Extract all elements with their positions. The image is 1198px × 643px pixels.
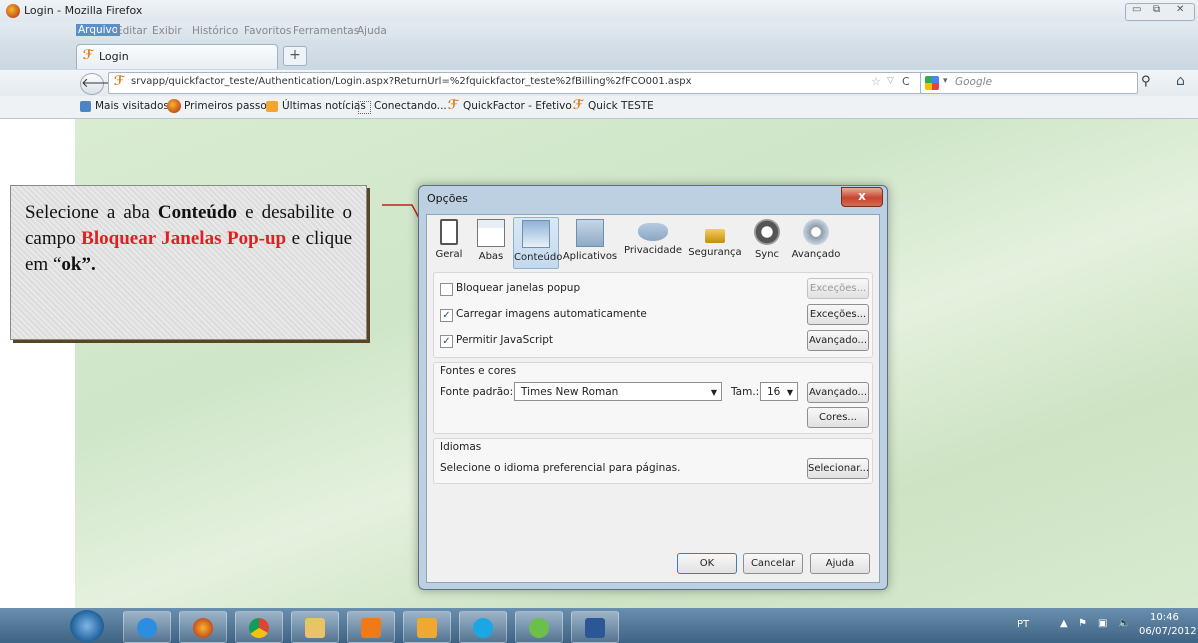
instruction-callout: Selecione a aba Conteúdo e desabilite o … [10, 185, 367, 340]
applications-icon [576, 219, 604, 247]
chrome-icon [249, 618, 269, 638]
size-label: Tam.: [731, 386, 760, 398]
dialog-close-button[interactable]: x [841, 187, 883, 207]
content-icon [522, 220, 550, 248]
network-icon[interactable]: ▣ [1098, 618, 1107, 629]
javascript-checkbox[interactable]: ✓ [440, 335, 453, 348]
taskbar-outlook[interactable] [403, 611, 451, 643]
media-player-icon [361, 618, 381, 638]
fonts-group-title: Fontes e cores [440, 365, 517, 377]
advanced-gear-icon [803, 219, 829, 245]
messenger-icon [529, 618, 549, 638]
tab-label: Sync [754, 249, 780, 260]
callout-tab-name: Conteúdo [157, 202, 238, 223]
tab-privacidade[interactable]: Privacidade [623, 217, 683, 267]
images-checkbox[interactable]: ✓ [440, 309, 453, 322]
taskbar-messenger[interactable] [515, 611, 563, 643]
default-font-value: Times New Roman [521, 386, 619, 398]
javascript-advanced-button[interactable]: Avançado... [807, 330, 869, 351]
fonts-advanced-button[interactable]: Avançado... [807, 382, 869, 403]
clock-time[interactable]: 10:46 [1150, 612, 1179, 623]
tab-label: Avançado [791, 249, 841, 260]
select-language-button[interactable]: Selecionar... [807, 458, 869, 479]
tab-label: Abas [478, 251, 504, 262]
size-value: 16 [767, 386, 781, 398]
chevron-down-icon: ▼ [786, 388, 793, 397]
volume-icon[interactable]: 🔈 [1118, 618, 1130, 629]
tab-seguranca[interactable]: Segurança [687, 217, 743, 267]
taskbar-word[interactable] [571, 611, 619, 643]
tray-show-hidden-icon[interactable]: ▲ [1060, 618, 1068, 629]
taskbar-firefox[interactable] [179, 611, 227, 643]
clock-date[interactable]: 06/07/2012 [1139, 626, 1197, 637]
word-icon [585, 618, 605, 638]
ok-button[interactable]: OK [677, 553, 737, 574]
languages-group-title: Idiomas [440, 441, 482, 453]
tab-geral[interactable]: Geral [429, 217, 469, 267]
tab-sync[interactable]: Sync [747, 217, 787, 267]
colors-button[interactable]: Cores... [807, 407, 869, 428]
languages-group: Idiomas Selecione o idioma preferencial … [433, 438, 873, 484]
fonts-colors-group: Fontes e cores Fonte padrão: Times New R… [433, 362, 873, 434]
tab-abas[interactable]: Abas [471, 217, 511, 267]
taskbar-skype[interactable] [459, 611, 507, 643]
start-button[interactable] [70, 610, 104, 642]
general-icon [440, 219, 458, 245]
privacy-mask-icon [638, 223, 668, 241]
tab-label: Segurança [688, 247, 742, 258]
outlook-icon [417, 618, 437, 638]
callout-ok: ok”. [61, 254, 96, 275]
language-indicator[interactable]: PT [1017, 619, 1029, 630]
taskbar-media[interactable] [347, 611, 395, 643]
content-options-group: Bloquear janelas popup Exceções... ✓ Car… [433, 272, 873, 358]
tab-conteudo[interactable]: Conteúdo [513, 217, 563, 269]
help-button[interactable]: Ajuda [810, 553, 870, 574]
taskbar-chrome[interactable] [235, 611, 283, 643]
tab-aplicativos[interactable]: Aplicativos [561, 217, 619, 267]
firefox-icon [193, 618, 213, 638]
taskbar-ie[interactable] [123, 611, 171, 643]
security-lock-icon [705, 229, 725, 243]
callout-text-1: Selecione a aba [25, 202, 158, 223]
chevron-down-icon: ▼ [710, 388, 717, 397]
tab-label: Conteúdo [514, 252, 563, 263]
popup-exceptions-button[interactable]: Exceções... [807, 278, 869, 299]
action-center-flag-icon[interactable]: ⚑ [1078, 618, 1087, 629]
default-font-select[interactable]: Times New Roman ▼ [514, 382, 722, 401]
dialog-title: Opções [427, 192, 468, 205]
sync-icon [754, 219, 780, 245]
images-exceptions-button[interactable]: Exceções... [807, 304, 869, 325]
size-select[interactable]: 16 ▼ [760, 382, 798, 401]
skype-icon [473, 618, 493, 638]
tab-label: Geral [435, 249, 463, 260]
default-font-label: Fonte padrão: [440, 386, 514, 398]
taskbar-explorer[interactable] [291, 611, 339, 643]
internet-explorer-icon [137, 618, 157, 638]
popup-checkbox[interactable] [440, 283, 453, 296]
callout-field-name: Bloquear Janelas Pop-up [81, 228, 287, 249]
options-dialog: Opções x Geral Abas Conteúdo Aplicativos… [418, 185, 888, 590]
tabs-icon [477, 219, 505, 247]
javascript-label: Permitir JavaScript [456, 334, 554, 346]
dialog-body: Geral Abas Conteúdo Aplicativos Privacid… [426, 214, 880, 583]
tab-label: Privacidade [623, 245, 683, 256]
languages-text: Selecione o idioma preferencial para pág… [440, 462, 681, 474]
popup-label: Bloquear janelas popup [456, 282, 581, 294]
folder-icon [305, 618, 325, 638]
tab-avancado[interactable]: Avançado [791, 217, 841, 267]
tab-label: Aplicativos [562, 251, 618, 262]
images-label: Carregar imagens automaticamente [456, 308, 647, 320]
cancel-button[interactable]: Cancelar [743, 553, 803, 574]
